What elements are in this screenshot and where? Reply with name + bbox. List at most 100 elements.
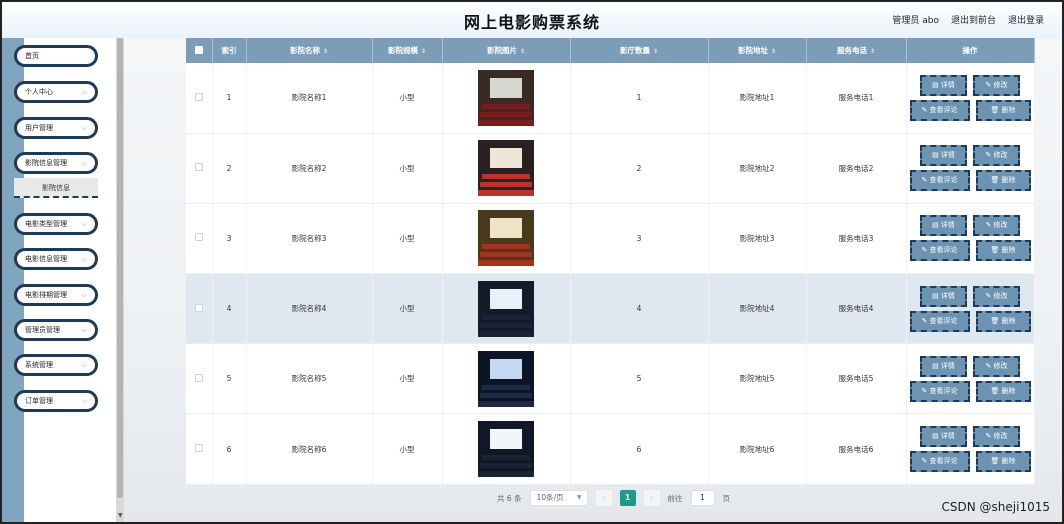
row-checkbox[interactable] xyxy=(194,373,203,382)
sidebar-item-label: 用户管理 xyxy=(25,124,53,132)
delete-button[interactable]: 🗑 删除 xyxy=(975,99,1031,121)
page-number-button[interactable]: 1 xyxy=(619,490,636,506)
prev-page-button[interactable]: ‹ xyxy=(595,490,612,506)
edit-button[interactable]: ✎ 修改 xyxy=(973,426,1020,448)
detail-button[interactable]: ▤ 详情 xyxy=(920,285,967,307)
delete-button[interactable]: 🗑 删除 xyxy=(975,380,1031,402)
goto-page-input[interactable]: 1 xyxy=(690,490,715,506)
view-reviews-button[interactable]: ✎ 查看评论 xyxy=(909,99,970,121)
scroll-down-icon[interactable]: ▼ xyxy=(118,512,123,519)
sidebar-item-8[interactable]: 管理员管理 ⌵ xyxy=(14,319,98,341)
view-reviews-button[interactable]: ✎ 查看评论 xyxy=(909,170,970,192)
sort-icon[interactable]: ⇕ xyxy=(520,48,525,55)
row-index: 1 xyxy=(212,63,247,134)
sidebar-item-7[interactable]: 电影排期管理 ⌵ xyxy=(14,284,98,306)
row-checkbox[interactable] xyxy=(194,303,203,312)
edit-button[interactable]: ✎ 修改 xyxy=(973,215,1020,237)
detail-button[interactable]: ▤ 详情 xyxy=(920,74,967,96)
sidebar-strip xyxy=(2,38,24,522)
detail-button[interactable]: ▤ 详情 xyxy=(920,355,967,377)
actions-cell: ▤ 详情 ✎ 修改 ✎ 查看评论 🗑 删除 xyxy=(906,63,1035,134)
edit-button[interactable]: ✎ 修改 xyxy=(973,355,1020,377)
detail-button-label: 详情 xyxy=(940,432,955,441)
column-header-size[interactable]: 影院规模 ⇕ xyxy=(372,38,443,63)
cinema-size: 小型 xyxy=(372,343,443,415)
row-checkbox[interactable] xyxy=(194,233,203,242)
table-row[interactable]: 4 影院名称4 小型 4 影院地址4 服务电话4 ▤ 详情 ✎ 修改 ✎ 查看评论 🗑 删除 xyxy=(186,273,1035,345)
sidebar-item-10[interactable]: 订单管理 ⌵ xyxy=(14,390,98,412)
column-header-halls[interactable]: 影厅数量 ⇕ xyxy=(570,38,709,63)
chevron-down-icon: ⌵ xyxy=(81,220,87,228)
sort-icon[interactable]: ⇕ xyxy=(870,48,875,55)
detail-button[interactable]: ▤ 详情 xyxy=(920,215,967,237)
sidebar-scroll-thumb[interactable] xyxy=(117,38,123,498)
column-header-name[interactable]: 影院名称 ⇕ xyxy=(246,38,373,63)
next-page-button[interactable]: › xyxy=(643,490,660,506)
column-header-address[interactable]: 影院地址 ⇕ xyxy=(708,38,807,63)
view-reviews-button[interactable]: ✎ 查看评论 xyxy=(909,451,970,473)
column-header-phone[interactable]: 服务电话 ⇕ xyxy=(806,38,907,63)
submenu-item-cinema-info[interactable]: 影院信息 xyxy=(14,178,98,198)
logout-link[interactable]: 退出登录 xyxy=(1008,13,1044,26)
sidebar-item-9[interactable]: 系统管理 ⌵ xyxy=(14,354,98,376)
edit-button[interactable]: ✎ 修改 xyxy=(973,285,1020,307)
service-phone: 服务电话3 xyxy=(806,203,907,275)
detail-button-label: 详情 xyxy=(940,361,955,370)
chevron-down-icon: ⌵ xyxy=(81,326,87,334)
delete-button[interactable]: 🗑 删除 xyxy=(975,451,1031,473)
table-row[interactable]: 3 影院名称3 小型 3 影院地址3 服务电话3 ▤ 详情 ✎ 修改 ✎ 查看评论 🗑 删除 xyxy=(186,203,1035,275)
table-row[interactable]: 1 影院名称1 小型 1 影院地址1 服务电话1 ▤ 详情 ✎ 修改 ✎ 查看评论 🗑 删除 xyxy=(186,63,1035,134)
detail-button-label: 详情 xyxy=(940,80,955,89)
column-header-label: 服务电话 xyxy=(836,46,867,55)
sort-icon[interactable]: ⇕ xyxy=(653,48,658,55)
edit-icon: ✎ xyxy=(985,432,994,441)
row-checkbox[interactable] xyxy=(194,444,203,453)
row-checkbox[interactable] xyxy=(194,92,203,101)
row-checkbox[interactable] xyxy=(194,163,203,172)
cinema-name: 影院名称4 xyxy=(246,273,373,345)
row-checkbox-cell xyxy=(186,203,213,275)
exit-to-frontend-link[interactable]: 退出到前台 xyxy=(951,13,996,26)
sort-icon[interactable]: ⇕ xyxy=(323,48,328,55)
edit-icon: ✎ xyxy=(921,246,930,255)
delete-button[interactable]: 🗑 删除 xyxy=(975,240,1031,262)
cinema-address: 影院地址4 xyxy=(708,273,807,345)
column-header-label: 索引 xyxy=(221,46,237,55)
cinema-address: 影院地址2 xyxy=(708,133,807,204)
view-reviews-button-label: 查看评论 xyxy=(929,386,958,395)
sort-icon[interactable]: ⇕ xyxy=(771,48,776,55)
document-icon: ▤ xyxy=(932,80,941,89)
service-phone: 服务电话2 xyxy=(806,133,907,204)
cinema-image-cell xyxy=(442,133,571,204)
detail-button[interactable]: ▤ 详情 xyxy=(920,426,967,448)
table-row[interactable]: 2 影院名称2 小型 2 影院地址2 服务电话2 ▤ 详情 ✎ 修改 ✎ 查看评论 🗑 删除 xyxy=(186,133,1035,204)
view-reviews-button[interactable]: ✎ 查看评论 xyxy=(909,240,970,262)
edit-button[interactable]: ✎ 修改 xyxy=(973,74,1020,96)
sidebar-item-3[interactable]: 用户管理 ⌵ xyxy=(14,117,98,139)
column-header-image[interactable]: 影院图片 ⇕ xyxy=(442,38,571,63)
table-row[interactable]: 6 影院名称6 小型 6 影院地址6 服务电话6 ▤ 详情 ✎ 修改 ✎ 查看评论 🗑 删除 xyxy=(186,413,1035,485)
sidebar-item-4[interactable]: 影院信息管理 ⌵ xyxy=(14,152,98,174)
delete-button[interactable]: 🗑 删除 xyxy=(975,170,1031,192)
sidebar-item-1[interactable]: 首页 xyxy=(14,45,98,67)
view-reviews-button[interactable]: ✎ 查看评论 xyxy=(909,380,970,402)
view-reviews-button[interactable]: ✎ 查看评论 xyxy=(909,310,970,332)
sidebar-item-label: 电影信息管理 xyxy=(25,255,67,263)
sort-icon[interactable]: ⇕ xyxy=(421,48,426,55)
detail-button[interactable]: ▤ 详情 xyxy=(920,145,967,167)
sidebar-item-5[interactable]: 电影类型管理 ⌵ xyxy=(14,213,98,235)
delete-button-label: 删除 xyxy=(1001,246,1016,255)
trash-icon: 🗑 xyxy=(990,176,1002,185)
page-size-select[interactable]: 10条/页 ▼ xyxy=(529,490,588,506)
actions-cell: ▤ 详情 ✎ 修改 ✎ 查看评论 🗑 删除 xyxy=(906,273,1035,345)
goto-label: 前往 xyxy=(667,493,683,503)
edit-button[interactable]: ✎ 修改 xyxy=(973,145,1020,167)
row-checkbox-cell xyxy=(186,413,213,485)
sidebar-item-6[interactable]: 电影信息管理 ⌵ xyxy=(14,248,98,270)
sidebar-scrollbar[interactable] xyxy=(116,38,124,522)
delete-button[interactable]: 🗑 删除 xyxy=(975,310,1031,332)
table-row[interactable]: 5 影院名称5 小型 5 影院地址5 服务电话5 ▤ 详情 ✎ 修改 ✎ 查看评论 🗑 删除 xyxy=(186,343,1035,415)
sidebar-item-2[interactable]: 个人中心 ⌵ xyxy=(14,81,98,103)
row-checkbox-cell xyxy=(186,133,213,204)
select-all-checkbox[interactable] xyxy=(194,45,203,54)
